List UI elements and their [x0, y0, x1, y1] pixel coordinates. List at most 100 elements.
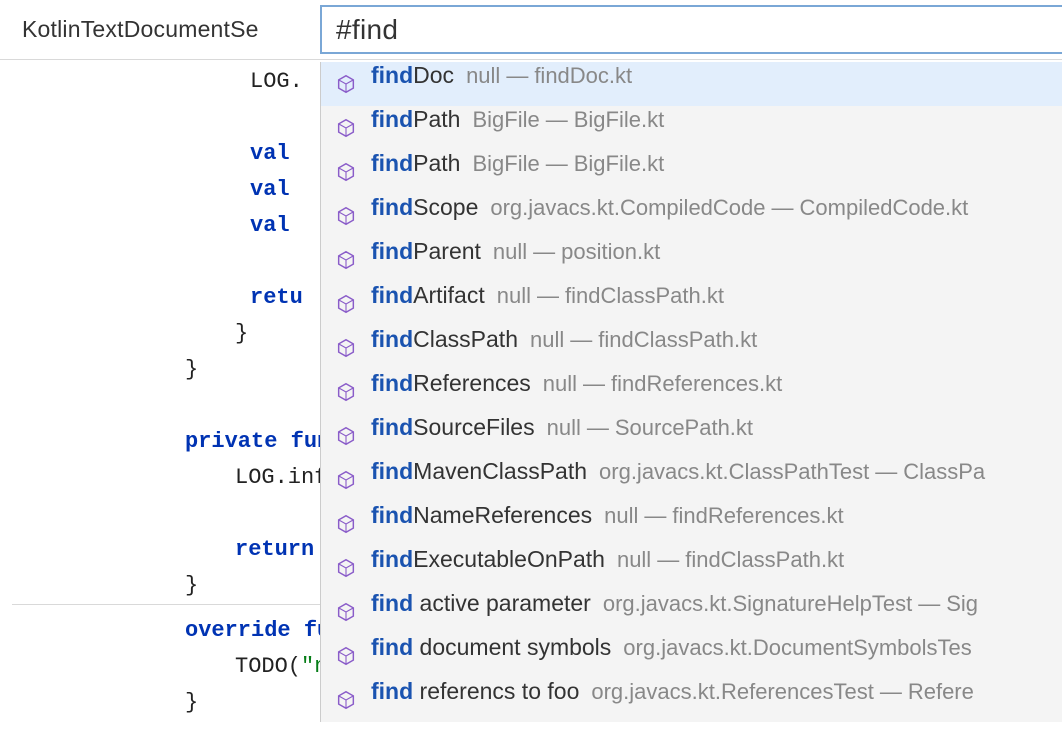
- method-icon: [335, 689, 357, 711]
- result-name: findNameReferences: [371, 502, 592, 529]
- result-name: findMavenClassPath: [371, 458, 587, 485]
- match-highlight: find: [371, 326, 413, 352]
- result-context: null—findReferences.kt: [604, 503, 843, 529]
- code-token: val: [250, 141, 303, 166]
- search-container: [320, 0, 1062, 59]
- result-context: org.javacs.kt.CompiledCode—CompiledCode.…: [490, 195, 968, 221]
- result-context: null—findClassPath.kt: [617, 547, 844, 573]
- match-highlight: find: [371, 370, 413, 396]
- search-input[interactable]: [320, 5, 1062, 54]
- symbol-result-item[interactable]: find active parameter org.javacs.kt.Signa…: [321, 590, 1062, 634]
- editor-line[interactable]: LOG.info: [0, 460, 320, 496]
- match-highlight: find: [371, 546, 413, 572]
- method-icon: [335, 381, 357, 403]
- method-icon: [335, 337, 357, 359]
- result-context: org.javacs.kt.SignatureHelpTest—Sig: [603, 591, 978, 617]
- code-token: val: [250, 213, 303, 238]
- symbol-result-item[interactable]: findDocnull—findDoc.kt: [321, 62, 1062, 106]
- editor-line[interactable]: TODO("no: [0, 649, 320, 685]
- result-name: findPath: [371, 106, 460, 133]
- method-icon: [335, 513, 357, 535]
- result-context: null—findDoc.kt: [466, 63, 632, 89]
- symbol-result-item[interactable]: findMavenClassPath org.javacs.kt.ClassPat…: [321, 458, 1062, 502]
- symbol-result-item[interactable]: findPathBigFile—BigFile.kt: [321, 150, 1062, 194]
- method-icon: [335, 469, 357, 491]
- match-highlight: find: [371, 238, 413, 264]
- result-context: BigFile—BigFile.kt: [472, 107, 664, 133]
- code-token: TODO(: [235, 654, 301, 679]
- editor-line[interactable]: val: [0, 208, 320, 244]
- code-token: private fun: [185, 429, 320, 454]
- match-highlight: find: [371, 590, 413, 616]
- result-context: null—findReferences.kt: [543, 371, 782, 397]
- symbol-result-item[interactable]: findArtifactnull—findClassPath.kt: [321, 282, 1062, 326]
- method-icon: [335, 557, 357, 579]
- method-icon: [335, 117, 357, 139]
- match-highlight: find: [371, 150, 413, 176]
- breadcrumb[interactable]: KotlinTextDocumentSe: [0, 0, 320, 59]
- result-name: findClassPath: [371, 326, 518, 353]
- result-name: find active parameter: [371, 590, 591, 617]
- symbol-result-item[interactable]: findExecutableOnPath null—findClassPath.k…: [321, 546, 1062, 590]
- symbol-result-item[interactable]: find document symbolsorg.javacs.kt.Docum…: [321, 634, 1062, 678]
- editor-line[interactable]: }: [0, 685, 320, 721]
- editor-line[interactable]: [0, 496, 320, 532]
- method-icon: [335, 73, 357, 95]
- editor-line[interactable]: [0, 244, 320, 280]
- result-name: findReferences: [371, 370, 531, 397]
- symbol-result-item[interactable]: findNameReferences null—findReferences.kt: [321, 502, 1062, 546]
- result-name: findPath: [371, 150, 460, 177]
- code-token: val: [250, 177, 303, 202]
- method-icon: [335, 425, 357, 447]
- code-token: }: [185, 357, 198, 382]
- symbol-results-dropdown: findDocnull—findDoc.kt findPath BigFile—B…: [320, 62, 1062, 722]
- result-context: null—findClassPath.kt: [497, 283, 724, 309]
- symbol-result-item[interactable]: findParent null—position.kt: [321, 238, 1062, 282]
- editor-line[interactable]: val: [0, 172, 320, 208]
- result-name: findParent: [371, 238, 481, 265]
- method-icon: [335, 601, 357, 623]
- symbol-result-item[interactable]: findClassPath null—findClassPath.kt: [321, 326, 1062, 370]
- editor-line[interactable]: }: [0, 316, 320, 352]
- match-highlight: find: [371, 194, 413, 220]
- result-name: findExecutableOnPath: [371, 546, 605, 573]
- editor-line[interactable]: return C: [0, 532, 320, 568]
- result-context: org.javacs.kt.DocumentSymbolsTes: [623, 635, 971, 661]
- symbol-result-item[interactable]: findPath BigFile—BigFile.kt: [321, 106, 1062, 150]
- editor-line[interactable]: [0, 100, 320, 136]
- symbol-result-item[interactable]: find referencs to fooorg.javacs.kt.Refer…: [321, 678, 1062, 722]
- method-icon: [335, 293, 357, 315]
- method-icon: [335, 249, 357, 271]
- editor-line[interactable]: override fun: [0, 613, 320, 649]
- match-highlight: find: [371, 634, 413, 660]
- editor-line[interactable]: }: [0, 568, 320, 604]
- match-highlight: find: [371, 458, 413, 484]
- editor-line[interactable]: LOG.: [0, 64, 320, 100]
- code-token: retu: [250, 285, 303, 310]
- code-editor[interactable]: LOG. val val val retu}} private fun<LOG.in…: [0, 60, 320, 732]
- result-context: org.javacs.kt.ClassPathTest—ClassPa: [599, 459, 985, 485]
- symbol-result-item[interactable]: findSourceFilesnull—SourcePath.kt: [321, 414, 1062, 458]
- match-highlight: find: [371, 502, 413, 528]
- code-token: }: [185, 690, 198, 715]
- code-token: }: [185, 573, 198, 598]
- result-context: null—position.kt: [493, 239, 660, 265]
- method-icon: [335, 645, 357, 667]
- code-token: return: [235, 537, 320, 562]
- symbol-result-item[interactable]: findScopeorg.javacs.kt.CompiledCode—Comp…: [321, 194, 1062, 238]
- match-highlight: find: [371, 678, 413, 704]
- code-token: [303, 177, 316, 202]
- symbol-result-item[interactable]: findReferences null—findReferences.kt: [321, 370, 1062, 414]
- top-bar: KotlinTextDocumentSe: [0, 0, 1062, 60]
- match-highlight: find: [371, 414, 413, 440]
- editor-line[interactable]: private fun<: [0, 424, 320, 460]
- code-token: "no: [301, 654, 320, 679]
- editor-line[interactable]: val: [0, 136, 320, 172]
- result-context: null—findClassPath.kt: [530, 327, 757, 353]
- match-highlight: find: [371, 62, 413, 88]
- result-name: findSourceFiles: [371, 414, 535, 441]
- editor-line[interactable]: }: [0, 352, 320, 388]
- match-highlight: find: [371, 106, 413, 132]
- editor-line[interactable]: [0, 388, 320, 424]
- editor-line[interactable]: retu: [0, 280, 320, 316]
